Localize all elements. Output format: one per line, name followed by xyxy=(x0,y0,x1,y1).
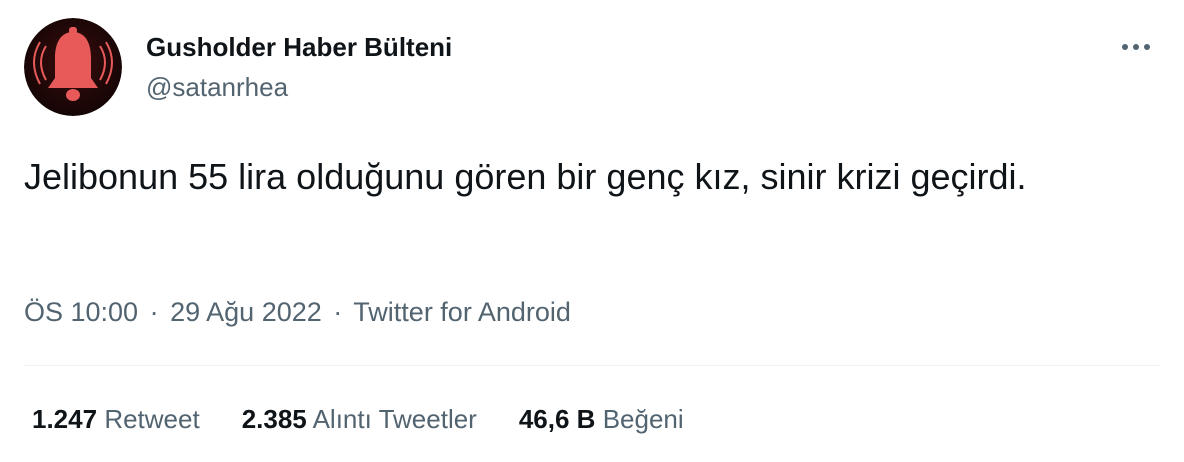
display-name[interactable]: Gusholder Haber Bülteni xyxy=(146,30,452,64)
meta-separator: · xyxy=(333,297,343,327)
quote-tweets-label: Alıntı Tweetler xyxy=(312,404,477,434)
more-icon xyxy=(1122,44,1150,50)
tweet-time[interactable]: ÖS 10:00 xyxy=(24,297,138,327)
likes-stat[interactable]: 46,6 B Beğeni xyxy=(519,402,684,436)
divider xyxy=(24,365,1160,366)
meta-separator: · xyxy=(149,297,159,327)
user-handle[interactable]: @satanrhea xyxy=(146,70,288,104)
tweet-date[interactable]: 29 Ağu 2022 xyxy=(170,297,322,327)
retweets-stat[interactable]: 1.247 Retweet xyxy=(32,402,200,436)
engagement-stats: 1.247 Retweet 2.385 Alıntı Tweetler 46,6… xyxy=(32,402,726,436)
retweets-count: 1.247 xyxy=(32,404,98,434)
tweet-source[interactable]: Twitter for Android xyxy=(353,297,571,327)
likes-count: 46,6 B xyxy=(518,404,596,434)
likes-label: Beğeni xyxy=(602,404,684,434)
quote-tweets-stat[interactable]: 2.385 Alıntı Tweetler xyxy=(242,402,477,436)
retweets-label: Retweet xyxy=(104,404,200,434)
quote-tweets-count: 2.385 xyxy=(241,404,307,434)
avatar[interactable] xyxy=(24,18,122,116)
tweet-meta: ÖS 10:00 · 29 Ağu 2022 · Twitter for And… xyxy=(24,294,571,330)
more-options-button[interactable] xyxy=(1112,30,1160,64)
tweet-text: Jelibonun 55 lira olduğunu gören bir gen… xyxy=(24,156,1027,197)
bell-icon xyxy=(24,18,122,116)
